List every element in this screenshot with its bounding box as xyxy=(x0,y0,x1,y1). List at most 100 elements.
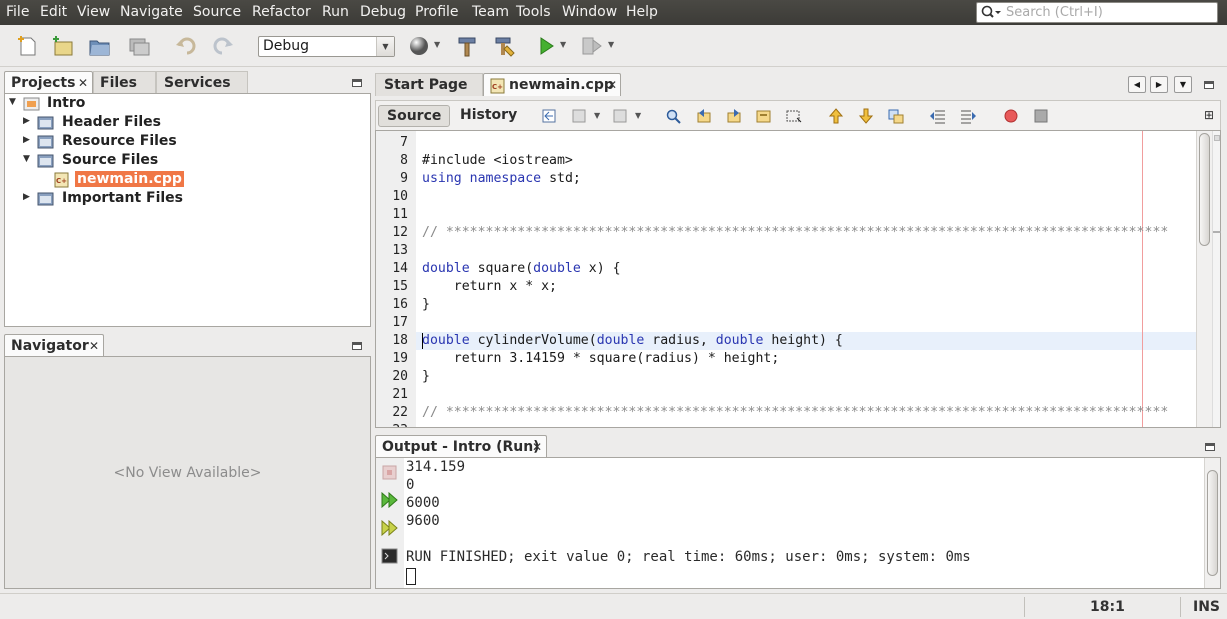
menu-edit[interactable]: Edit xyxy=(40,4,67,20)
caret-position: 18:1 xyxy=(1090,599,1125,615)
expanded-arrow-icon[interactable]: ▼ xyxy=(23,154,30,164)
open-project-icon[interactable] xyxy=(88,34,112,58)
close-icon[interactable]: ✕ xyxy=(89,339,99,353)
tree-node-intro[interactable]: ▼ Intro xyxy=(5,95,365,114)
close-icon[interactable]: ✕ xyxy=(532,440,542,454)
new-project-icon[interactable] xyxy=(51,34,75,58)
chevron-down-icon[interactable]: ▼ xyxy=(635,111,641,120)
expanded-arrow-icon[interactable]: ▼ xyxy=(9,97,16,107)
tree-node-header-files[interactable]: ▶ Header Files xyxy=(5,114,365,133)
find-selection-icon[interactable] xyxy=(665,108,683,124)
minimize-icon[interactable] xyxy=(352,79,362,87)
tab-start-page[interactable]: Start Page xyxy=(375,73,483,96)
tab-services[interactable]: Services xyxy=(156,71,248,94)
output-tabstrip: Output - Intro (Run) ✕ xyxy=(375,435,1221,458)
document-list-icon[interactable]: ▼ xyxy=(1174,76,1192,93)
configuration-select[interactable]: Debug ▼ xyxy=(258,36,395,57)
code-keyword: double xyxy=(533,261,581,276)
menu-debug[interactable]: Debug xyxy=(360,4,406,20)
cpp-file-icon: C+ xyxy=(490,78,506,94)
code-editor[interactable]: 7 8 9 10 11 12 13 14 15 16 17 18 19 20 2… xyxy=(375,130,1221,428)
tab-projects[interactable]: Projects ✕ xyxy=(4,71,93,94)
next-bookmark-icon[interactable] xyxy=(857,108,875,124)
menu-source[interactable]: Source xyxy=(193,4,241,20)
collapsed-arrow-icon[interactable]: ▶ xyxy=(23,135,30,145)
output-console[interactable]: 314.159 0 6000 9600 RUN FINISHED; exit v… xyxy=(375,457,1221,589)
clean-build-icon[interactable] xyxy=(493,34,517,58)
start-macro-icon[interactable] xyxy=(1002,108,1020,124)
tab-navigator[interactable]: Navigator ✕ xyxy=(4,334,104,357)
chevron-down-icon[interactable]: ▼ xyxy=(560,40,566,49)
stop-macro-icon[interactable] xyxy=(1032,108,1050,124)
chevron-down-icon[interactable]: ▼ xyxy=(594,111,600,120)
debug-icon[interactable] xyxy=(580,34,604,58)
tree-node-important-files[interactable]: ▶ Important Files xyxy=(5,190,365,209)
menu-tools[interactable]: Tools xyxy=(516,4,551,20)
toggle-highlight-icon[interactable] xyxy=(755,108,773,124)
minimize-icon[interactable] xyxy=(352,342,362,350)
menu-window[interactable]: Window xyxy=(562,4,617,20)
redo-icon[interactable] xyxy=(211,34,235,58)
menu-navigate[interactable]: Navigate xyxy=(120,4,183,20)
collapsed-arrow-icon[interactable]: ▶ xyxy=(23,116,30,126)
find-previous-icon[interactable] xyxy=(695,108,713,124)
tab-output[interactable]: Output - Intro (Run) ✕ xyxy=(375,435,547,458)
tree-label: Intro xyxy=(47,95,86,111)
tab-files[interactable]: Files xyxy=(93,71,156,94)
menu-team[interactable]: Team xyxy=(472,4,509,20)
input-cursor[interactable] xyxy=(406,568,416,585)
menu-help[interactable]: Help xyxy=(626,4,658,20)
tab-label: newmain.cpp xyxy=(509,77,614,93)
source-view-button[interactable]: Source xyxy=(378,105,451,127)
output-scrollbar[interactable] xyxy=(1204,458,1220,588)
rectangular-selection-icon[interactable] xyxy=(785,108,803,124)
scroll-right-icon[interactable]: ▶ xyxy=(1150,76,1168,93)
find-next-icon[interactable] xyxy=(725,108,743,124)
history-view-button[interactable]: History xyxy=(452,105,525,127)
forward-icon[interactable] xyxy=(612,108,630,124)
menu-view[interactable]: View xyxy=(77,4,110,20)
shift-left-icon[interactable] xyxy=(929,108,947,124)
terminal-icon[interactable] xyxy=(381,548,399,564)
globe-icon[interactable] xyxy=(407,34,431,58)
close-project-icon[interactable] xyxy=(127,34,151,58)
rerun-icon[interactable] xyxy=(381,491,399,509)
output-line: 9600 xyxy=(406,513,440,529)
close-icon[interactable]: ✕ xyxy=(78,76,88,90)
minimize-icon[interactable] xyxy=(1204,81,1214,89)
tree-node-source-files[interactable]: ▼ Source Files xyxy=(5,152,365,171)
last-edit-icon[interactable] xyxy=(541,108,559,124)
editor-scrollbar[interactable] xyxy=(1196,131,1212,427)
menu-run[interactable]: Run xyxy=(322,4,349,20)
chevron-down-icon[interactable]: ▼ xyxy=(434,40,440,49)
run-icon[interactable] xyxy=(534,34,558,58)
search-input[interactable]: Search (Ctrl+I) xyxy=(976,2,1218,23)
close-icon[interactable]: ✕ xyxy=(607,78,617,92)
collapsed-arrow-icon[interactable]: ▶ xyxy=(23,192,30,202)
line-number: 18 xyxy=(392,333,408,348)
scrollbar-thumb[interactable] xyxy=(1199,133,1210,246)
scroll-left-icon[interactable]: ◀ xyxy=(1128,76,1146,93)
shift-right-icon[interactable] xyxy=(959,108,977,124)
tree-node-newmain-cpp[interactable]: C+ newmain.cpp xyxy=(5,171,365,190)
scrollbar-thumb[interactable] xyxy=(1207,470,1218,576)
menu-refactor[interactable]: Refactor xyxy=(252,4,311,20)
line-number: 21 xyxy=(392,387,408,402)
toggle-bookmark-icon[interactable] xyxy=(887,108,905,124)
tree-node-resource-files[interactable]: ▶ Resource Files xyxy=(5,133,365,152)
split-view-icon[interactable]: ⊞ xyxy=(1204,108,1214,122)
tab-newmain-cpp[interactable]: C+ newmain.cpp ✕ xyxy=(483,73,621,96)
new-file-icon[interactable] xyxy=(16,34,40,58)
rerun-with-args-icon[interactable] xyxy=(381,519,399,537)
build-hammer-icon[interactable] xyxy=(455,34,479,58)
cpp-file-icon: C+ xyxy=(53,172,71,188)
chevron-down-icon[interactable]: ▼ xyxy=(608,40,614,49)
stop-icon[interactable] xyxy=(381,464,399,480)
back-icon[interactable] xyxy=(571,108,589,124)
menu-file[interactable]: File xyxy=(6,4,29,20)
previous-bookmark-icon[interactable] xyxy=(827,108,845,124)
undo-icon[interactable] xyxy=(174,34,198,58)
status-square-icon xyxy=(1214,135,1220,141)
minimize-icon[interactable] xyxy=(1205,443,1215,451)
menu-profile[interactable]: Profile xyxy=(415,4,459,20)
